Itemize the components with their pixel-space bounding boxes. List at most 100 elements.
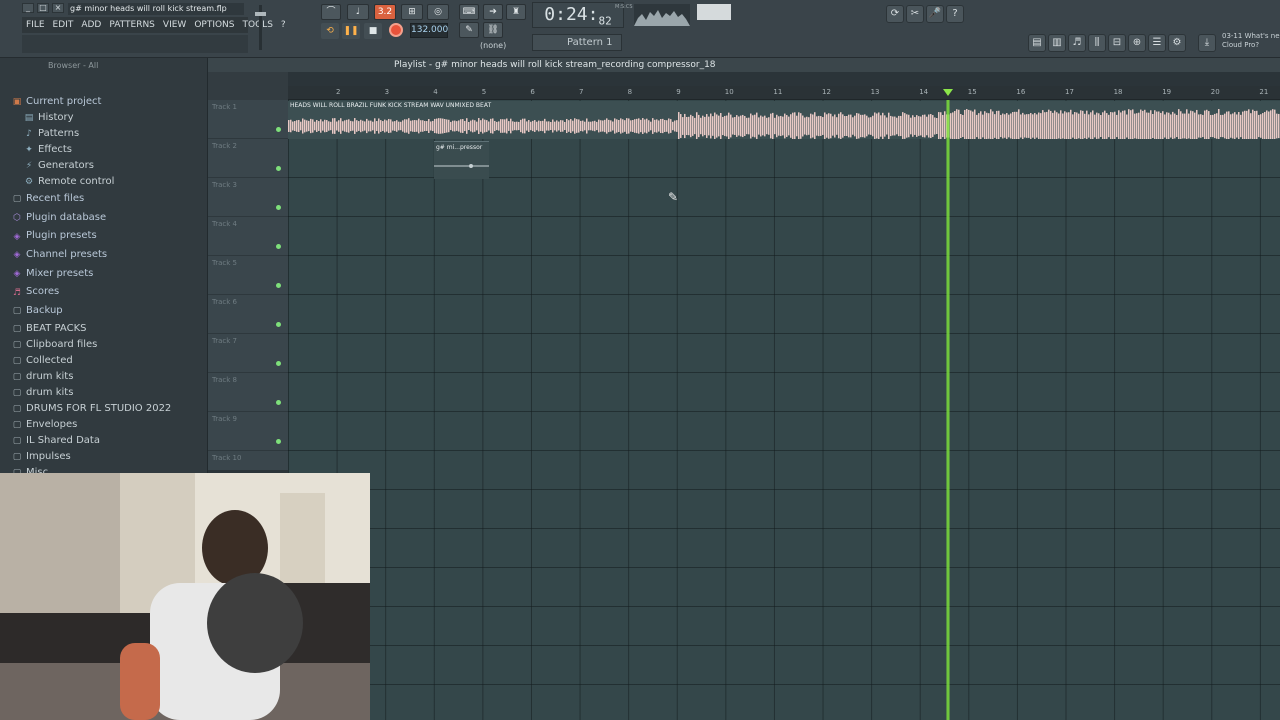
- menu-view[interactable]: VIEW: [159, 20, 190, 30]
- help-icon[interactable]: ?: [946, 5, 964, 23]
- menu-file[interactable]: FILE: [22, 20, 49, 30]
- browser-item[interactable]: ◈ Mixer presets: [0, 265, 207, 284]
- audio-clip-title: HEADS WILL ROLL BRAZIL FUNK KICK STREAM …: [290, 102, 492, 109]
- browser-item[interactable]: ▢ IL Shared Data: [0, 433, 207, 449]
- browser-item[interactable]: ▣ Current project: [0, 94, 207, 110]
- tempo-display[interactable]: 132.000: [410, 23, 448, 38]
- master-volume-knob[interactable]: [255, 12, 266, 16]
- touch-controller-icon[interactable]: ☰: [1148, 34, 1166, 52]
- link-icon[interactable]: ⛓: [483, 22, 503, 38]
- track-header[interactable]: Track 7: [208, 334, 288, 373]
- typing-keyboard-icon[interactable]: ⌨: [459, 4, 479, 20]
- track-header[interactable]: Track 9: [208, 412, 288, 451]
- browser-item[interactable]: ✦ Effects: [0, 142, 207, 158]
- track-enable-led[interactable]: [276, 205, 281, 210]
- track-header[interactable]: Track 1: [208, 100, 288, 139]
- mode-button[interactable]: 3.2: [374, 4, 396, 20]
- countdown-icon[interactable]: ◎: [427, 4, 449, 20]
- piano-roll-icon[interactable]: ♬: [1068, 34, 1086, 52]
- record-button[interactable]: [389, 23, 403, 37]
- playhead: [946, 100, 950, 720]
- ruler-bar-number: 20: [1210, 88, 1220, 96]
- browser-item[interactable]: ▢ drum kits: [0, 385, 207, 401]
- snap-icon[interactable]: ⌒: [321, 4, 341, 20]
- browser-item[interactable]: ▢ Envelopes: [0, 417, 207, 433]
- browser-item[interactable]: ▢ DRUMS FOR FL STUDIO 2022: [0, 401, 207, 417]
- track-header[interactable]: Track 8: [208, 373, 288, 412]
- browser-item[interactable]: ▢ Clipboard files: [0, 337, 207, 353]
- playlist-icon[interactable]: ▤: [1028, 34, 1046, 52]
- menu-options[interactable]: OPTIONS: [190, 20, 238, 30]
- browser-item[interactable]: ♬ Scores: [0, 283, 207, 302]
- track-header[interactable]: Track 4: [208, 217, 288, 256]
- browser-item[interactable]: ▢ Collected: [0, 353, 207, 369]
- track-enable-led[interactable]: [276, 400, 281, 405]
- wait-input-icon[interactable]: ⊞: [401, 4, 423, 20]
- track-header[interactable]: Track 6: [208, 295, 288, 334]
- channel-rack-icon[interactable]: ▥: [1048, 34, 1066, 52]
- stop-button[interactable]: ■: [364, 23, 382, 39]
- track-enable-led[interactable]: [276, 283, 281, 288]
- mixer-icon[interactable]: ⫼: [1088, 34, 1106, 52]
- metronome-icon[interactable]: ♩: [347, 4, 369, 20]
- microphone-icon[interactable]: 🎤: [926, 5, 944, 23]
- pattern-mode-select[interactable]: (none): [480, 39, 524, 53]
- track-enable-led[interactable]: [276, 439, 281, 444]
- track-enable-led[interactable]: [276, 127, 281, 132]
- download-icon[interactable]: ⤓: [1198, 34, 1216, 52]
- ruler-bar-number: 10: [724, 88, 734, 96]
- track-name: Track 7: [212, 337, 237, 345]
- track-enable-led[interactable]: [276, 322, 281, 327]
- browser-item[interactable]: ◈ Channel presets: [0, 246, 207, 265]
- blend-notes-icon[interactable]: ♜: [506, 4, 526, 20]
- menu-help[interactable]: ?: [277, 20, 290, 30]
- browser-item[interactable]: ▢ Backup: [0, 302, 207, 321]
- song-time-display[interactable]: 0:24:82: [532, 2, 624, 28]
- audio-clip[interactable]: HEADS WILL ROLL BRAZIL FUNK KICK STREAM …: [288, 101, 1280, 143]
- track-header[interactable]: Track 3: [208, 178, 288, 217]
- playhead-marker[interactable]: [943, 89, 953, 96]
- browser-item[interactable]: ▤ History: [0, 110, 207, 126]
- refresh-icon[interactable]: ⟳: [886, 5, 904, 23]
- browser-item-label: Remote control: [38, 176, 115, 187]
- folder-icon: ▢: [12, 194, 22, 205]
- folder-icon: ▢: [12, 451, 22, 462]
- menu-add[interactable]: ADD: [77, 20, 105, 30]
- timeline-ruler[interactable]: 2 3 4 5 6 7 8 9 10 11 12 13 14 15 16 17 18 19 20 21: [288, 86, 1280, 100]
- track-header[interactable]: Track 2: [208, 139, 288, 178]
- minimize-icon[interactable]: _: [22, 3, 34, 13]
- browser-item[interactable]: ⬡ Plugin database: [0, 209, 207, 228]
- browser-item[interactable]: ⚙ Remote control: [0, 174, 207, 190]
- browser-item[interactable]: ▢ Recent files: [0, 190, 207, 209]
- pattern-clip[interactable]: g# mi...pressor: [434, 141, 489, 179]
- plugin-wrapper-icon[interactable]: ⚙: [1168, 34, 1186, 52]
- maximize-icon[interactable]: □: [37, 3, 49, 13]
- pattern-selector[interactable]: Pattern 1: [532, 34, 622, 51]
- browser-item[interactable]: ▢ BEAT PACKS: [0, 321, 207, 337]
- folder-icon: ▢: [12, 306, 22, 317]
- browser-item[interactable]: ⚡ Generators: [0, 158, 207, 174]
- browser-item[interactable]: ◈ Plugin presets: [0, 227, 207, 246]
- ruler-bar-number: 5: [481, 88, 487, 96]
- track-enable-led[interactable]: [276, 244, 281, 249]
- close-icon[interactable]: ×: [52, 3, 64, 13]
- playlist-grid[interactable]: [288, 100, 1280, 720]
- menu-tools[interactable]: TOOLS: [239, 20, 277, 30]
- step-edit-icon[interactable]: ➔: [483, 4, 503, 20]
- plugin-picker-icon[interactable]: ⊕: [1128, 34, 1146, 52]
- menu-edit[interactable]: EDIT: [49, 20, 78, 30]
- track-name: Track 10: [212, 454, 242, 462]
- cut-icon[interactable]: ✂: [906, 5, 924, 23]
- loop-icon[interactable]: ⟲: [321, 23, 339, 39]
- track-header[interactable]: Track 5: [208, 256, 288, 295]
- track-enable-led[interactable]: [276, 166, 281, 171]
- pause-button[interactable]: ❚❚: [342, 23, 360, 39]
- browser-item[interactable]: ▢ Impulses: [0, 449, 207, 465]
- browser-item[interactable]: ♪ Patterns: [0, 126, 207, 142]
- browser-item[interactable]: ▢ drum kits: [0, 369, 207, 385]
- browser-icon[interactable]: ⊟: [1108, 34, 1126, 52]
- menu-patterns[interactable]: PATTERNS: [105, 20, 159, 30]
- pencil-icon[interactable]: ✎: [459, 22, 479, 38]
- news-panel[interactable]: 03-11 What's ne Cloud Pro?: [1222, 32, 1280, 50]
- track-enable-led[interactable]: [276, 361, 281, 366]
